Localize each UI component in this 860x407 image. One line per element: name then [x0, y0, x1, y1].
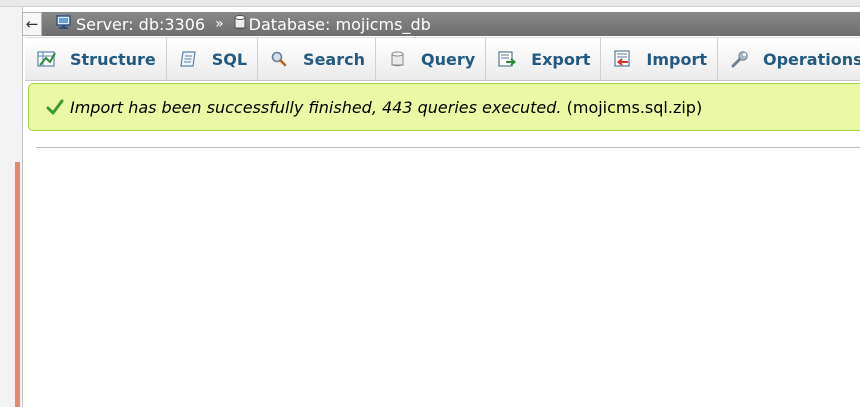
breadcrumb-server[interactable]: Server: db:3306 — [56, 15, 205, 34]
tab-export-label: Export — [531, 49, 591, 69]
breadcrumb: Server: db:3306 » Database: mojicms_db — [42, 12, 860, 36]
tab-import[interactable]: Import — [601, 38, 718, 80]
top-strip — [0, 0, 860, 7]
content-divider — [36, 147, 860, 148]
server-link: Server: db:3306 — [76, 14, 206, 34]
panel-resizer[interactable] — [15, 162, 20, 407]
query-icon — [388, 50, 408, 68]
tab-structure-label: Structure — [70, 49, 156, 69]
tab-operations[interactable]: Operations — [718, 38, 860, 80]
sql-icon — [179, 50, 199, 68]
tab-search[interactable]: Search — [258, 38, 376, 80]
tab-operations-label: Operations — [763, 49, 860, 69]
import-success-message: Import has been successfully finished, 4… — [28, 83, 860, 131]
breadcrumb-separator: » — [215, 16, 224, 32]
success-message-text: Import has been successfully finished, 4… — [70, 97, 562, 117]
back-arrow-icon: ← — [25, 14, 39, 33]
tab-sql-label: SQL — [211, 49, 248, 69]
database-icon — [234, 14, 246, 34]
tab-query-label: Query — [420, 49, 476, 69]
tab-import-label: Import — [646, 49, 707, 69]
structure-icon — [37, 50, 57, 68]
breadcrumb-database[interactable]: Database: mojicms_db — [234, 14, 431, 34]
server-icon — [56, 14, 73, 34]
search-icon — [270, 50, 290, 68]
checkmark-icon — [46, 99, 64, 115]
export-icon — [498, 50, 518, 68]
tab-sql[interactable]: SQL — [167, 38, 259, 80]
database-link: Database: mojicms_db — [248, 14, 431, 34]
import-icon — [613, 50, 633, 68]
imported-file-name: (mojicms.sql.zip) — [566, 97, 703, 117]
wrench-icon — [730, 50, 750, 68]
tab-search-label: Search — [303, 49, 365, 69]
collapse-panel-button[interactable]: ← — [22, 12, 42, 36]
tab-query[interactable]: Query — [376, 38, 487, 80]
tab-structure[interactable]: Structure — [25, 38, 167, 80]
tab-export[interactable]: Export — [486, 38, 602, 80]
database-tab-bar: Structure SQL Search Query Export Import… — [25, 37, 860, 81]
